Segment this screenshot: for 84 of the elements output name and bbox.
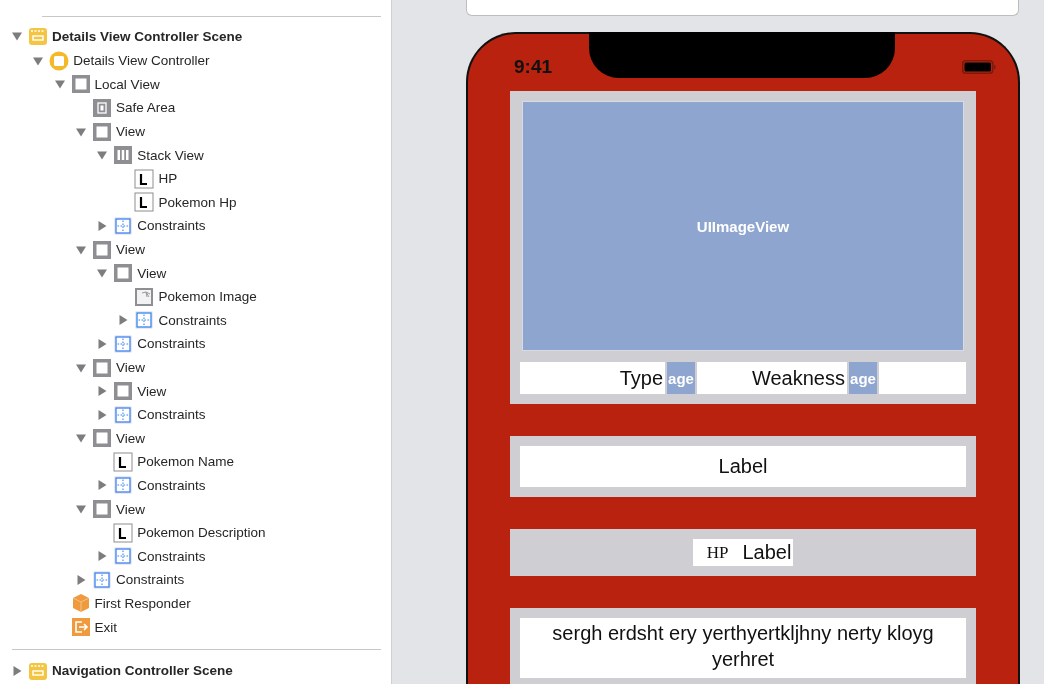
collapsed-triangle-icon[interactable] <box>97 409 108 420</box>
collapsed-triangle-icon[interactable] <box>118 315 129 326</box>
outline-item[interactable]: Constraints <box>158 312 227 328</box>
outline-item[interactable]: View <box>115 501 145 517</box>
outline-item[interactable]: Constraints <box>137 407 206 423</box>
outline-item[interactable]: HP <box>158 171 178 187</box>
collapsed-triangle-icon[interactable] <box>97 220 108 231</box>
view-icon <box>70 74 91 95</box>
cube-icon <box>70 593 91 614</box>
constraints-icon <box>113 404 134 425</box>
outline-item[interactable]: Stack View <box>137 147 204 163</box>
image-view: UIImageView <box>522 101 964 351</box>
scene-title[interactable]: Navigation Controller Scene <box>52 663 233 679</box>
safe-area-icon <box>91 98 112 118</box>
outline-item[interactable]: Constraints <box>137 218 206 234</box>
image-view-icon <box>134 286 155 307</box>
stack-view-icon <box>113 145 134 166</box>
collapsed-triangle-icon[interactable] <box>97 551 108 562</box>
battery-icon <box>962 59 996 74</box>
outline-item[interactable]: Safe Area <box>115 100 176 116</box>
label-icon <box>134 192 155 213</box>
outline-item[interactable]: View <box>115 360 145 375</box>
expanded-triangle-icon[interactable] <box>54 79 65 90</box>
view-icon <box>113 263 134 284</box>
view-icon <box>91 428 112 449</box>
type-image-view: age <box>667 362 695 394</box>
type-image-view: age <box>849 362 877 394</box>
expanded-triangle-icon[interactable] <box>12 31 22 41</box>
expanded-triangle-icon[interactable] <box>97 268 108 279</box>
constraints-icon <box>134 310 155 331</box>
hp-label: Label <box>742 541 792 564</box>
collapsed-triangle-icon[interactable] <box>97 338 108 349</box>
expanded-triangle-icon[interactable] <box>75 244 86 255</box>
expanded-triangle-icon[interactable] <box>75 362 86 373</box>
outline-item[interactable]: Local View <box>94 76 160 92</box>
description-label: sergh erdsht ery yerthyertkljhny nerty kloyg yerhret <box>520 618 966 678</box>
outline-item[interactable]: Exit <box>94 619 118 635</box>
type-label: Weakness <box>697 362 847 394</box>
constraints-icon <box>113 475 134 496</box>
collapsed-triangle-icon[interactable] <box>12 665 22 676</box>
view-icon <box>91 121 112 142</box>
expanded-triangle-icon[interactable] <box>75 504 86 515</box>
type-label: Type <box>520 362 665 394</box>
constraints-icon <box>113 546 134 567</box>
expanded-triangle-icon[interactable] <box>75 126 86 137</box>
outline-item[interactable]: View <box>115 124 145 140</box>
constraints-icon <box>113 215 134 236</box>
scene-icon <box>28 660 48 681</box>
collapsed-triangle-icon[interactable] <box>97 480 108 491</box>
label-icon <box>113 451 134 472</box>
outline-item[interactable]: View <box>115 430 145 446</box>
view-icon <box>91 499 112 520</box>
controller-icon <box>49 50 70 71</box>
hp-title: HP <box>706 542 729 563</box>
outline-item[interactable]: Constraints <box>137 478 206 493</box>
label-icon <box>134 168 155 189</box>
outline-item[interactable]: View <box>115 242 145 258</box>
status-time: 9:41 <box>514 55 553 78</box>
scene-title[interactable]: Details View Controller Scene <box>52 28 243 44</box>
outline-item[interactable]: Pokemon Name <box>137 454 234 470</box>
collapsed-triangle-icon[interactable] <box>75 574 86 585</box>
outline-item[interactable]: Constraints <box>115 572 185 588</box>
outline-item[interactable]: First Responder <box>94 595 191 611</box>
expanded-triangle-icon[interactable] <box>33 55 44 66</box>
outline-item[interactable]: View <box>137 265 167 281</box>
constraints-icon <box>113 333 134 354</box>
collapsed-triangle-icon[interactable] <box>97 386 108 397</box>
outline-item[interactable]: Pokemon Hp <box>158 194 237 210</box>
expanded-triangle-icon[interactable] <box>75 433 86 444</box>
outline-item[interactable]: Constraints <box>137 336 206 352</box>
name-label: Label <box>520 446 966 487</box>
expanded-triangle-icon[interactable] <box>97 150 108 161</box>
view-icon <box>91 357 112 378</box>
outline-item[interactable]: Pokemon Description <box>137 525 266 541</box>
scene-icon <box>28 26 48 46</box>
label-icon <box>113 522 134 543</box>
view-icon <box>113 381 134 402</box>
constraints-icon <box>91 569 112 590</box>
view-icon <box>91 239 112 260</box>
outline-item[interactable]: View <box>137 383 167 399</box>
exit-icon <box>70 617 91 638</box>
outline-item[interactable]: Details View Controller <box>73 53 210 69</box>
outline-item[interactable]: Pokemon Image <box>158 289 257 305</box>
outline-item[interactable]: Constraints <box>137 548 206 564</box>
